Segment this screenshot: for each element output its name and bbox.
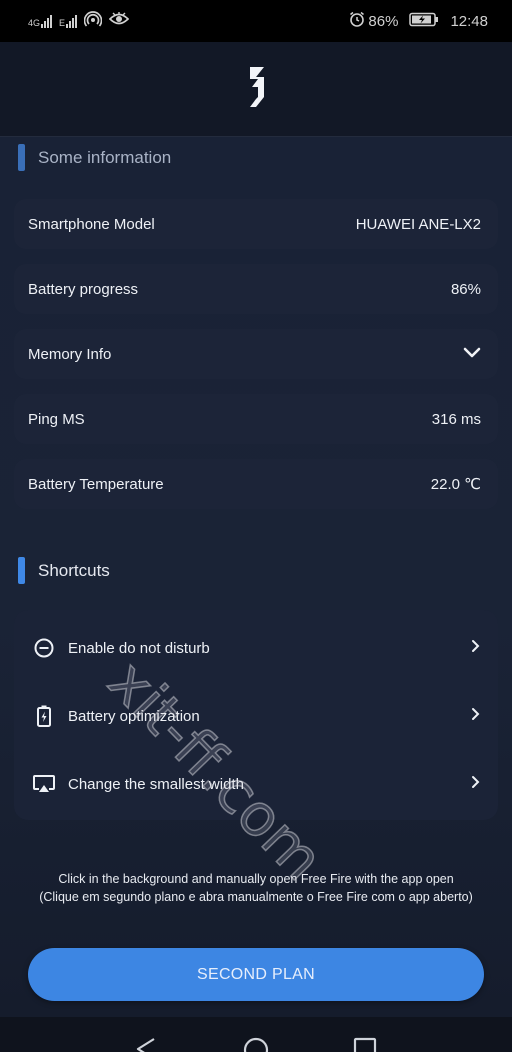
hotspot-icon xyxy=(83,11,103,31)
recents-icon[interactable] xyxy=(353,1037,377,1052)
section-title-info: Some information xyxy=(18,144,171,171)
chevron-right-icon xyxy=(470,775,480,793)
info-value: HUAWEI ANE-LX2 xyxy=(355,215,481,233)
info-value: 86% xyxy=(450,280,481,298)
info-row-ping: Ping MS 316 ms xyxy=(14,394,498,444)
chevron-right-icon xyxy=(470,707,480,725)
info-row-model: Smartphone Model HUAWEI ANE-LX2 xyxy=(14,199,498,249)
info-label: Smartphone Model xyxy=(28,215,155,233)
chevron-right-icon xyxy=(470,639,480,657)
chevron-down-icon[interactable] xyxy=(463,346,481,363)
shortcuts-card: Enable do not disturb Battery optimizati… xyxy=(14,610,498,820)
shortcut-smallest-width[interactable]: Change the smallest width xyxy=(14,750,498,818)
info-row-memory[interactable]: Memory Info xyxy=(14,329,498,379)
navigation-bar xyxy=(0,1017,512,1052)
main-content[interactable]: Some information Smartphone Model HUAWEI… xyxy=(0,137,512,1017)
signal-e-icon: E xyxy=(59,14,78,28)
home-icon[interactable] xyxy=(243,1037,269,1052)
app-logo-icon xyxy=(244,63,268,116)
cast-screen-icon xyxy=(31,771,57,797)
info-value: 316 ms xyxy=(431,410,481,428)
back-icon[interactable] xyxy=(134,1037,158,1052)
info-label: Battery progress xyxy=(28,280,139,298)
battery-percent: 86% xyxy=(368,12,399,30)
instruction-note: Click in the background and manually ope… xyxy=(39,872,473,904)
info-label: Memory Info xyxy=(28,345,112,363)
info-label: Battery Temperature xyxy=(28,475,164,493)
signal-4g-icon: 4G xyxy=(28,14,52,28)
clock: 12:48 xyxy=(450,12,488,30)
alarm-icon xyxy=(349,11,365,31)
shortcut-do-not-disturb[interactable]: Enable do not disturb xyxy=(14,614,498,682)
info-row-battery: Battery progress 86% xyxy=(14,264,498,314)
info-label: Ping MS xyxy=(28,410,85,428)
info-row-temperature: Battery Temperature 22.0 ℃ xyxy=(14,459,498,509)
second-plan-button[interactable]: SECOND PLAN xyxy=(28,948,484,1001)
battery-icon xyxy=(409,12,439,31)
battery-charging-icon xyxy=(31,703,57,729)
info-value: 22.0 ℃ xyxy=(430,476,481,493)
do-not-disturb-icon xyxy=(31,635,57,661)
status-bar: 4G E 86% 12:48 xyxy=(0,0,512,42)
eye-icon xyxy=(108,12,130,30)
app-header xyxy=(0,42,512,137)
shortcut-battery-optimization[interactable]: Battery optimization xyxy=(14,682,498,750)
section-title-shortcuts: Shortcuts xyxy=(18,557,110,584)
